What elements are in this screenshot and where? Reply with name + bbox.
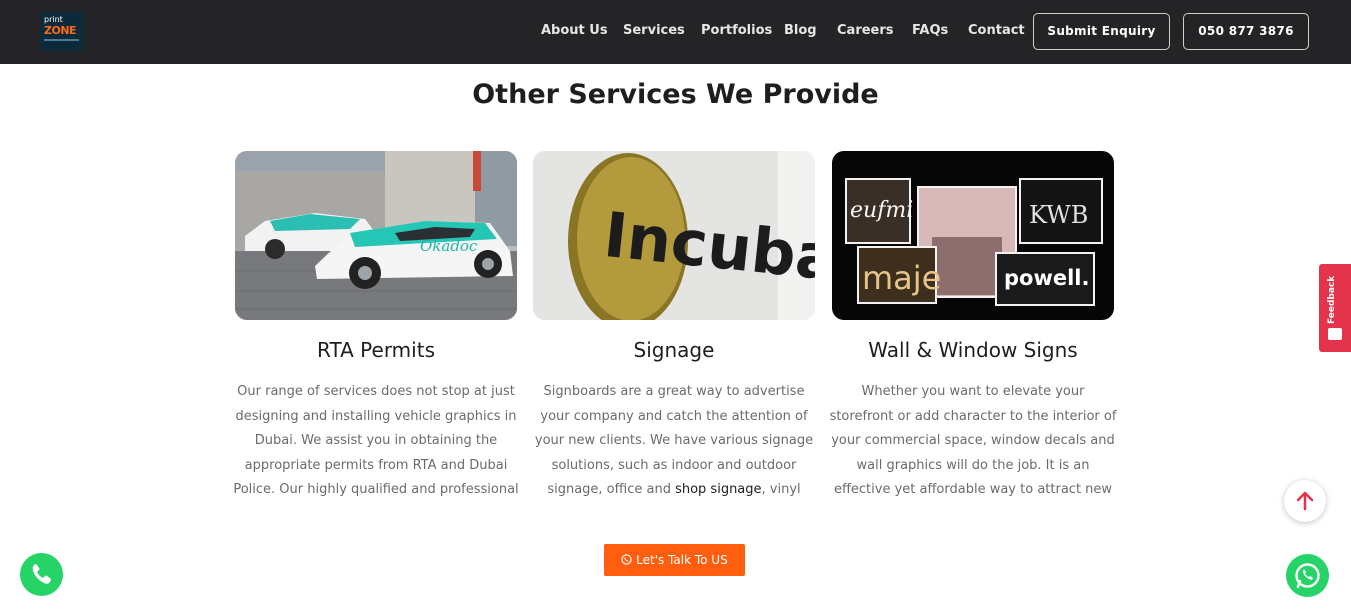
sign-eufmi: eufmi (850, 198, 913, 223)
call-button[interactable] (20, 553, 63, 596)
card-title-rta-permits: RTA Permits (317, 338, 435, 362)
signage-image: Incubayt (533, 151, 815, 320)
nav-faqs[interactable]: FAQs (912, 22, 948, 40)
printzone-logo[interactable]: print ZONE (40, 12, 83, 51)
sign-kwb: KWB (1029, 201, 1088, 229)
shop-signs-collage-photo: eufmi KWB maje powell. (832, 151, 1114, 320)
whatsapp-button[interactable] (1286, 554, 1329, 597)
signage-text-before: Signboards are a great way to advertise … (534, 384, 814, 497)
lets-talk-label: Let's Talk To US (636, 553, 728, 567)
phone-number-button[interactable]: 050 877 3876 (1183, 13, 1309, 50)
card-title-wall-window-signs: Wall & Window Signs (868, 338, 1078, 362)
nav-about-us[interactable]: About Us (541, 22, 608, 40)
card-text-wall-window-signs: Whether you want to elevate your storefr… (829, 384, 1117, 497)
card-title-signage: Signage (633, 338, 715, 362)
card-text-signage: Signboards are a great way to advertise … (529, 380, 819, 502)
incubayt-sign-photo: Incubayt (533, 151, 815, 320)
nav-blog[interactable]: Blog (784, 22, 817, 40)
section-title: Other Services We Provide (472, 79, 879, 110)
nav-careers[interactable]: Careers (837, 22, 894, 40)
whatsapp-icon (621, 554, 632, 565)
card-text-rta-permits: Our range of services does not stop at j… (233, 384, 519, 497)
feedback-label: Feedback (1327, 275, 1337, 324)
whatsapp-float-icon (1295, 563, 1320, 589)
phone-icon (32, 564, 51, 584)
logo-underline (44, 39, 79, 41)
okadoc-car-branding: Okadoc (420, 237, 478, 255)
signage-text-after: , vinyl (761, 482, 801, 497)
wall-window-signs-image: eufmi KWB maje powell. (832, 151, 1114, 320)
rta-permits-image: Okadoc (235, 151, 517, 320)
shop-signage-link[interactable]: shop signage (675, 482, 761, 497)
nav-portfolios[interactable]: Portfolios (701, 22, 772, 40)
nav-services[interactable]: Services (623, 22, 685, 40)
sign-maje: maje (862, 259, 941, 297)
lets-talk-button[interactable]: Let's Talk To US (604, 544, 745, 576)
scroll-to-top-button[interactable] (1284, 480, 1326, 522)
logo-text-print: print (44, 15, 63, 24)
logo-text-zone: ZONE (44, 24, 77, 37)
arrow-up-icon (1296, 491, 1314, 511)
nav-contact[interactable]: Contact (968, 22, 1025, 40)
vehicle-graphics-photo: Okadoc (235, 151, 517, 320)
feedback-chat-icon (1328, 328, 1342, 340)
submit-enquiry-button[interactable]: Submit Enquiry (1033, 13, 1170, 50)
feedback-tab[interactable]: Feedback (1319, 264, 1351, 352)
site-header: print ZONE About Us Services Portfolios … (0, 0, 1351, 64)
sign-powell: powell. (1004, 266, 1089, 290)
